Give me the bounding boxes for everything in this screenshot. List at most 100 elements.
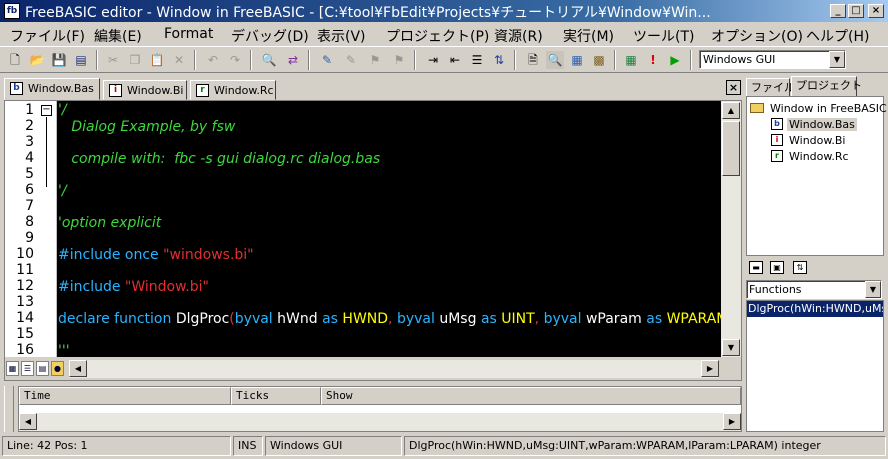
delete-icon[interactable]: ✕ <box>170 51 188 69</box>
save-icon[interactable]: 💾 <box>50 51 68 69</box>
menu-run[interactable]: 実行(M) <box>563 26 614 46</box>
menu-format[interactable]: Format <box>164 26 213 42</box>
redo-icon[interactable]: ↷ <box>226 51 244 69</box>
scroll-thumb[interactable] <box>722 121 740 176</box>
list-item[interactable]: DlgProc(hWin:HWND,uMsg:UINT,wParam:WPARA… <box>747 301 883 317</box>
menu-bar: ファイル(F) 編集(E) Format デバッグ(D) 表示(V) プロジェク… <box>0 23 888 45</box>
line-number: 6 <box>25 182 34 198</box>
column-header-time[interactable]: Time <box>19 387 231 405</box>
line-number: 8 <box>25 214 34 230</box>
output-horizontal-scrollbar[interactable]: ◀ ▶ <box>19 413 741 431</box>
view-blocks-icon[interactable]: ▤ <box>36 361 49 376</box>
code-area[interactable]: '/ Dialog Example, by fsw compile with: … <box>58 101 721 357</box>
new-file-icon[interactable]: 🗋 <box>6 51 24 69</box>
scroll-down-icon[interactable]: ▼ <box>722 339 740 356</box>
outdent-icon[interactable]: ⇤ <box>446 51 464 69</box>
line-number: 15 <box>16 326 34 342</box>
minimize-button[interactable]: _ <box>830 4 846 18</box>
undo-icon[interactable]: ↶ <box>204 51 222 69</box>
menu-debug[interactable]: デバッグ(D) <box>231 26 309 46</box>
tab-window-bi[interactable]: i Window.Bi <box>103 80 187 100</box>
preview-icon[interactable]: 🗎 <box>524 51 542 69</box>
scroll-right-icon[interactable]: ▶ <box>701 360 719 377</box>
tree-item-window-rc[interactable]: r Window.Rc <box>771 149 851 163</box>
menu-project[interactable]: プロジェクト(P) <box>386 26 489 46</box>
code-editor[interactable]: 1 2 3 4 5 6 7 8 9 10 11 12 13 14 15 16 −… <box>4 100 742 381</box>
compile-icon[interactable]: ▦ <box>622 51 640 69</box>
column-header-ticks[interactable]: Ticks <box>231 387 321 405</box>
tree-item-label: Window.Bi <box>789 133 846 147</box>
scroll-left-icon[interactable]: ◀ <box>19 413 37 430</box>
scroll-up-icon[interactable]: ▲ <box>722 102 740 119</box>
scroll-right-icon[interactable]: ▶ <box>723 413 741 430</box>
run-icon[interactable]: ▶ <box>666 51 684 69</box>
save-all-icon[interactable]: ▤ <box>72 51 90 69</box>
tab-label: Window.Rc <box>214 84 274 97</box>
find-icon[interactable]: 🔍 <box>260 51 278 69</box>
maximize-button[interactable]: □ <box>848 4 864 18</box>
line-number: 5 <box>25 166 34 182</box>
project-tree[interactable]: Window in FreeBASIC b Window.Bas i Window.… <box>746 96 887 256</box>
view-window-icon[interactable]: ▬ <box>749 261 763 274</box>
output-panel[interactable]: Time Ticks Show ◀ ▶ <box>18 386 742 432</box>
line-number: 13 <box>16 294 34 310</box>
indent-icon[interactable]: ⇥ <box>424 51 442 69</box>
tab-file[interactable]: ファイル <box>746 78 795 97</box>
output-icon[interactable]: ▩ <box>590 51 608 69</box>
menu-tools[interactable]: ツール(T) <box>633 26 694 46</box>
tree-project-root[interactable]: Window in FreeBASIC <box>750 101 888 115</box>
replace-icon[interactable]: ⇄ <box>284 51 302 69</box>
paste-icon[interactable]: 📋 <box>148 51 166 69</box>
sort-icon[interactable]: ⇅ <box>793 261 807 274</box>
functions-select[interactable]: Functions ▼ <box>746 280 882 299</box>
rc-file-icon: r <box>771 150 783 162</box>
output-panel-grip[interactable] <box>4 386 14 432</box>
toolbar-separator <box>96 50 98 70</box>
menu-options[interactable]: オプション(O) <box>711 26 803 46</box>
copy-icon[interactable]: ❐ <box>126 51 144 69</box>
status-mode: INS <box>233 436 263 456</box>
window-title: FreeBASIC editor - Window in FreeBASIC -… <box>25 5 711 21</box>
menu-file[interactable]: ファイル(F) <box>10 26 85 46</box>
view-split-icon[interactable]: ▦ <box>6 361 19 376</box>
column-header-show[interactable]: Show <box>321 387 741 405</box>
menu-help[interactable]: ヘルプ(H) <box>806 26 869 46</box>
close-tab-icon[interactable]: × <box>726 80 741 95</box>
cut-icon[interactable]: ✂ <box>104 51 122 69</box>
editor-horizontal-scrollbar[interactable]: ◀ ▶ <box>69 360 719 378</box>
tab-window-rc[interactable]: r Window.Rc <box>190 80 276 100</box>
close-window-button[interactable]: × <box>868 4 884 18</box>
tree-item-window-bi[interactable]: i Window.Bi <box>771 133 847 147</box>
chevron-down-icon[interactable]: ▼ <box>829 51 845 68</box>
menu-resource[interactable]: 資源(R) <box>494 26 543 46</box>
case-convert-icon[interactable]: ⇅ <box>490 51 508 69</box>
tree-item-window-bas[interactable]: b Window.Bas <box>771 117 857 131</box>
tab-window-bas[interactable]: b Window.Bas <box>4 78 100 100</box>
line-number: 9 <box>25 230 34 246</box>
chevron-down-icon[interactable]: ▼ <box>865 281 881 298</box>
bas-file-icon: b <box>10 82 23 95</box>
open-icon[interactable]: 📂 <box>28 51 46 69</box>
tab-project[interactable]: プロジェクト <box>791 76 862 97</box>
view-properties-icon[interactable]: ▣ <box>770 261 784 274</box>
comment-icon[interactable]: ✎ <box>318 51 336 69</box>
uncomment-icon[interactable]: ✎ <box>342 51 360 69</box>
scroll-left-icon[interactable]: ◀ <box>69 360 87 377</box>
bookmark-toggle-icon[interactable]: ⚑ <box>366 51 384 69</box>
menu-view[interactable]: 表示(V) <box>317 26 366 46</box>
functions-list[interactable]: DlgProc(hWin:HWND,uMsg:UINT,wParam:WPARA… <box>746 300 884 432</box>
bookmark-next-icon[interactable]: ⚑ <box>390 51 408 69</box>
view-lines-icon[interactable]: ☰ <box>21 361 34 376</box>
line-number: 3 <box>25 134 34 150</box>
build-option-select[interactable]: Windows GUI ▼ <box>699 50 846 69</box>
editor-vertical-scrollbar[interactable]: ▲ ▼ <box>721 101 741 357</box>
properties-icon[interactable]: ▦ <box>568 51 586 69</box>
menu-edit[interactable]: 編集(E) <box>94 26 142 46</box>
view-lock-icon[interactable]: ● <box>51 361 64 376</box>
build-icon[interactable]: ! <box>644 51 662 69</box>
magnify-icon[interactable]: 🔍 <box>546 51 564 69</box>
fold-toggle-icon[interactable]: − <box>41 105 52 116</box>
align-icon[interactable]: ☰ <box>468 51 486 69</box>
line-number: 10 <box>16 246 34 262</box>
fb-app-icon[interactable]: fb <box>4 3 20 19</box>
